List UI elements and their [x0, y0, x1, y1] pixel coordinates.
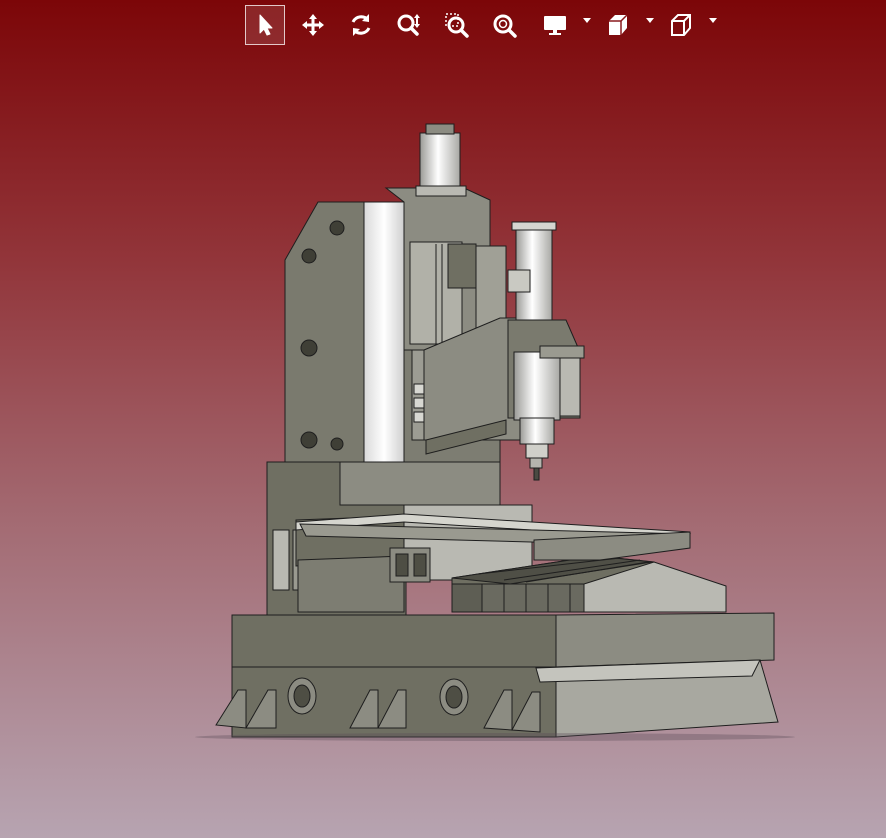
view-orientation-dropdown[interactable] — [709, 17, 717, 25]
zoom-icon — [397, 14, 420, 36]
chevron-down-icon — [709, 18, 717, 23]
wireframe-cube-icon — [671, 14, 691, 36]
machine-model[interactable] — [0, 0, 886, 838]
shaded-cube-icon — [609, 14, 628, 35]
rotate-icon — [351, 14, 371, 36]
cursor-arrow-icon — [259, 14, 273, 36]
zoom-fit-icon — [493, 14, 517, 38]
zoom-window-icon — [445, 13, 469, 38]
machine-base — [195, 612, 795, 741]
view-toolbar — [0, 0, 886, 46]
render-mode-dropdown[interactable] — [646, 17, 654, 25]
move-arrows-icon — [302, 14, 324, 36]
rotate-tool-button[interactable] — [341, 5, 381, 45]
chevron-down-icon — [646, 18, 654, 23]
monitor-icon — [544, 16, 566, 35]
render-mode-button[interactable] — [598, 5, 638, 45]
view-orientation-button[interactable] — [661, 5, 701, 45]
pan-tool-button[interactable] — [293, 5, 333, 45]
zoom-window-button[interactable] — [437, 5, 477, 45]
3d-viewport[interactable] — [0, 0, 886, 838]
display-mode-button[interactable] — [535, 5, 575, 45]
display-mode-dropdown[interactable] — [583, 17, 591, 25]
select-tool-button[interactable] — [245, 5, 285, 45]
zoom-tool-button[interactable] — [389, 5, 429, 45]
chevron-down-icon — [583, 18, 591, 23]
zoom-fit-button[interactable] — [485, 5, 525, 45]
table-assembly — [295, 504, 727, 613]
